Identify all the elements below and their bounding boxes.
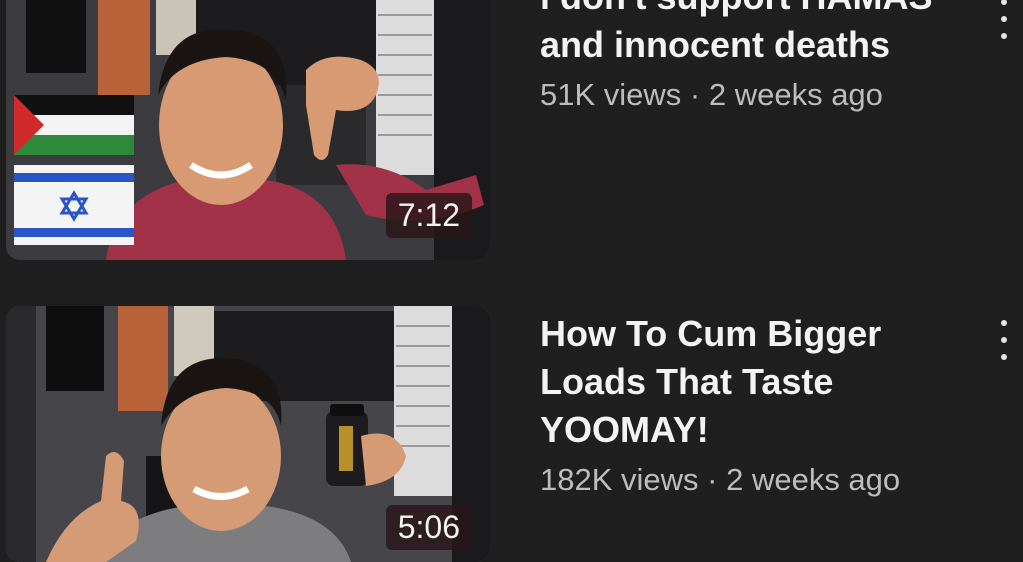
video-stats: 182K views · 2 weeks ago — [540, 460, 960, 500]
upload-age: 2 weeks ago — [726, 462, 901, 497]
stats-separator: · — [698, 462, 727, 497]
palestine-flag-icon — [14, 95, 134, 155]
video-title[interactable]: i don't support HAMAS and innocent death… — [540, 0, 960, 69]
video-thumbnail[interactable]: 5:06 — [6, 306, 490, 562]
stats-separator: · — [681, 77, 709, 112]
video-duration: 7:12 — [385, 193, 472, 238]
view-count: 51K views — [540, 77, 682, 112]
video-duration: 5:06 — [385, 505, 472, 550]
more-options-icon[interactable] — [999, 320, 1009, 360]
video-meta[interactable]: How To Cum Bigger Loads That Taste YOOMA… — [540, 310, 960, 500]
video-thumbnail[interactable]: 7:12 — [6, 0, 490, 260]
more-options-icon[interactable] — [999, 0, 1009, 39]
view-count: 182K views — [540, 462, 699, 497]
video-item[interactable]: 5:06 How To Cum Bigger Loads That Taste … — [0, 306, 1023, 562]
video-item[interactable]: 7:12 i don't support HAMAS and innocent … — [0, 0, 1023, 260]
video-meta[interactable]: i don't support HAMAS and innocent death… — [540, 0, 960, 115]
video-stats: 51K views · 2 weeks ago — [540, 75, 960, 115]
upload-age: 2 weeks ago — [708, 77, 883, 112]
video-title[interactable]: How To Cum Bigger Loads That Taste YOOMA… — [540, 310, 960, 454]
israel-flag-icon — [14, 165, 134, 245]
